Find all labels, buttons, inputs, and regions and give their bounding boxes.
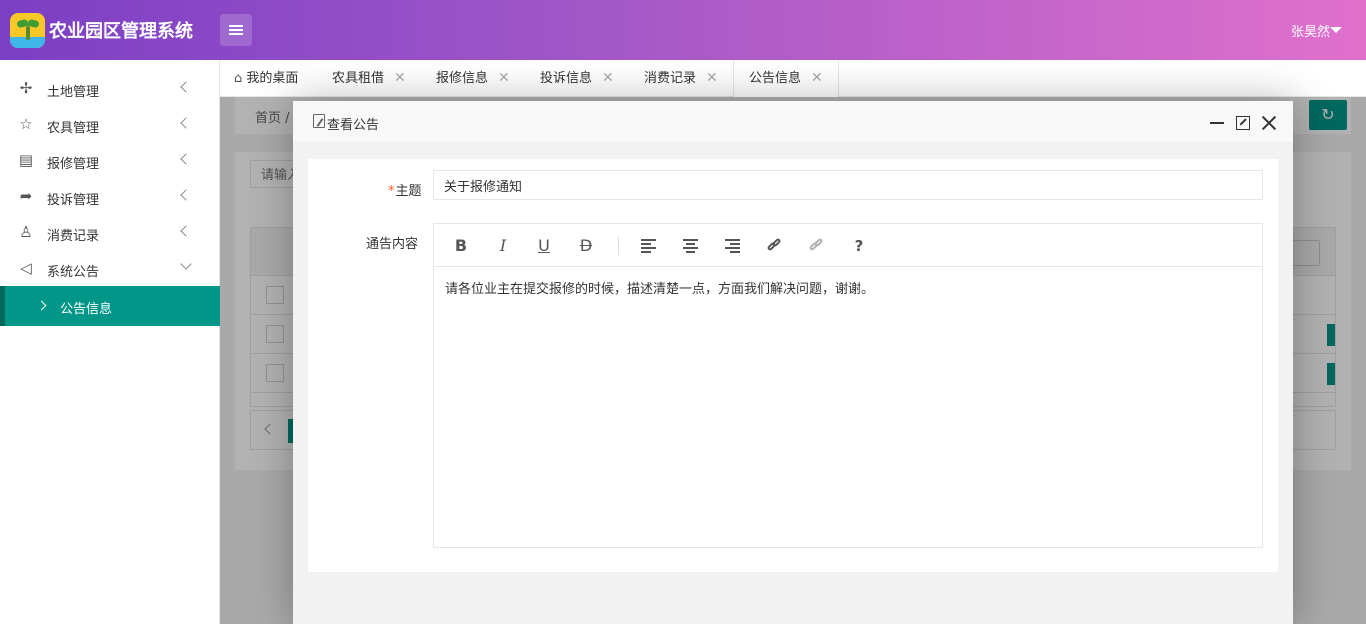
tab-complaint-info[interactable]: 投诉信息 ✕	[540, 60, 614, 97]
close-icon[interactable]: ✕	[498, 60, 510, 97]
sidebar-item-repair[interactable]: ▤ 报修管理	[0, 142, 220, 178]
sidebar-item-label: 消费记录	[47, 229, 100, 244]
chevron-left-icon	[180, 81, 192, 93]
edit-note-icon	[313, 114, 325, 128]
clipboard-icon: ▤	[18, 151, 34, 169]
editor-toolbar: B I U D ?	[434, 224, 1262, 267]
logo-area: 农业园区管理系统	[0, 0, 220, 60]
caret-down-icon[interactable]	[1330, 27, 1342, 33]
tab-bar: ⌂ 我的桌面 农具租借 ✕ 报修信息 ✕ 投诉信息 ✕ 消费记录 ✕ 公告信息 ✕	[220, 60, 1366, 98]
palm-logo-icon	[10, 13, 45, 48]
sidebar: ✢ 土地管理 ☆ 农具管理 ▤ 报修管理 ➦ 投诉管理 ♙ 消费记录 ◁ 系统公…	[0, 60, 220, 624]
align-right-icon[interactable]	[725, 239, 740, 253]
speaker-icon: ◁	[20, 259, 32, 277]
underline-button[interactable]: U	[533, 235, 555, 257]
clover-icon: ✢	[19, 79, 33, 97]
subject-input[interactable]	[433, 170, 1263, 200]
content-label: 通告内容	[365, 237, 418, 252]
required-mark: *	[388, 184, 395, 199]
chevron-left-icon	[180, 117, 192, 129]
sidebar-item-complaint[interactable]: ➦ 投诉管理	[0, 178, 220, 214]
subject-label-text: 主题	[395, 184, 422, 199]
sidebar-subitem-announcement-info[interactable]: 公告信息	[0, 286, 220, 326]
strikethrough-button[interactable]: D	[575, 235, 597, 257]
close-icon[interactable]: ✕	[706, 60, 718, 97]
tab-tool-rental[interactable]: 农具租借 ✕	[332, 60, 406, 97]
sidebar-item-label: 投诉管理	[47, 193, 100, 208]
tab-label: 农具租借	[332, 71, 385, 86]
sidebar-item-land[interactable]: ✢ 土地管理	[0, 70, 220, 106]
share-icon: ➦	[19, 187, 33, 205]
app-title: 农业园区管理系统	[49, 21, 193, 42]
chevron-left-icon	[180, 225, 192, 237]
align-center-icon[interactable]	[683, 239, 698, 253]
chevron-left-icon	[180, 153, 192, 165]
sidebar-item-label: 系统公告	[47, 265, 100, 280]
editor-content[interactable]: 请各位业主在提交报修的时候，描述清楚一点，方面我们解决问题，谢谢。	[445, 278, 874, 297]
close-icon[interactable]: ✕	[602, 60, 614, 97]
hamburger-icon	[229, 25, 243, 35]
home-icon: ⌂	[234, 71, 243, 86]
sidebar-item-label: 报修管理	[47, 157, 100, 172]
sidebar-item-tools[interactable]: ☆ 农具管理	[0, 106, 220, 142]
view-announcement-dialog: 查看公告 *主题 通告内容 B I U D	[293, 101, 1293, 624]
tab-label: 消费记录	[644, 71, 697, 86]
chevron-right-icon	[36, 300, 47, 311]
tab-label: 我的桌面	[246, 71, 299, 86]
tab-desktop[interactable]: ⌂ 我的桌面	[234, 60, 298, 97]
announcement-form: *主题 通告内容 B I U D	[308, 159, 1278, 572]
close-icon[interactable]: ✕	[394, 60, 406, 97]
close-icon[interactable]	[1260, 114, 1278, 132]
pin-icon: ☆	[19, 115, 33, 133]
unlink-icon[interactable]	[808, 237, 825, 252]
toolbar-divider	[618, 237, 619, 255]
maximize-icon[interactable]	[1236, 116, 1250, 130]
tab-repair-info[interactable]: 报修信息 ✕	[436, 60, 510, 97]
minimize-icon[interactable]	[1210, 122, 1224, 124]
sidebar-item-label: 公告信息	[60, 302, 113, 317]
chevron-left-icon	[180, 189, 192, 201]
tab-label: 投诉信息	[540, 71, 593, 86]
align-left-icon[interactable]	[641, 239, 656, 253]
link-icon[interactable]	[766, 237, 783, 252]
italic-button[interactable]: I	[492, 235, 514, 257]
top-header: 农业园区管理系统 张昊然	[0, 0, 1366, 60]
dialog-titlebar[interactable]: 查看公告	[293, 101, 1293, 143]
sidebar-item-consumption[interactable]: ♙ 消费记录	[0, 214, 220, 250]
dialog-title: 查看公告	[327, 118, 380, 133]
user-name-menu[interactable]: 张昊然	[1291, 21, 1330, 40]
sidebar-item-announcement[interactable]: ◁ 系统公告	[0, 250, 220, 286]
tab-consumption-record[interactable]: 消费记录 ✕	[644, 60, 718, 97]
tab-label: 公告信息	[749, 71, 802, 86]
rich-text-editor[interactable]: B I U D ? 请各位业主在提交报修的时候，描述清楚一点，方面我们解决问题，…	[433, 223, 1263, 548]
tab-announcement-info[interactable]: 公告信息 ✕	[733, 60, 839, 98]
sidebar-item-label: 土地管理	[47, 85, 100, 100]
close-icon[interactable]: ✕	[811, 60, 823, 97]
subject-label: *主题	[388, 180, 422, 199]
chevron-down-icon	[180, 258, 192, 270]
user-icon: ♙	[19, 223, 33, 241]
bold-button[interactable]: B	[450, 235, 472, 257]
sidebar-item-label: 农具管理	[47, 121, 100, 136]
tab-label: 报修信息	[436, 71, 489, 86]
help-button[interactable]: ?	[848, 235, 870, 257]
menu-toggle-button[interactable]	[220, 14, 252, 46]
